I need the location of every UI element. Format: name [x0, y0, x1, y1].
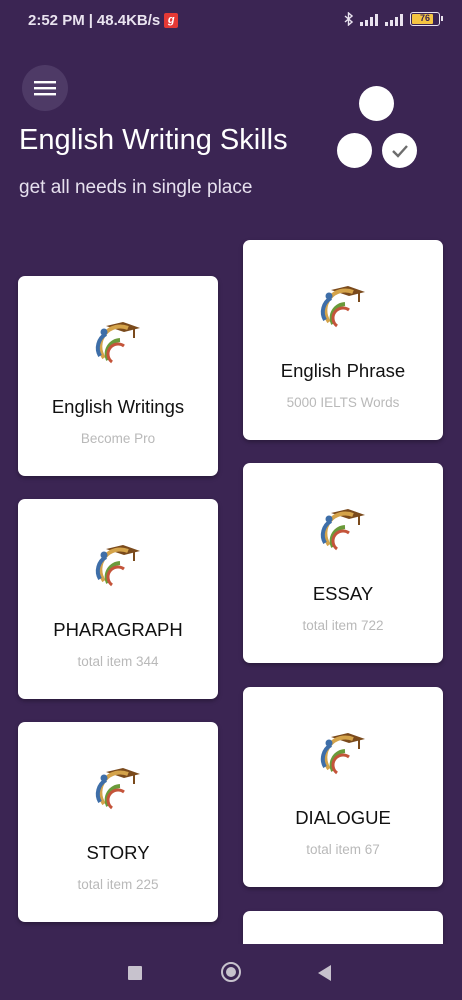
card-subtitle: total item 344: [77, 654, 159, 669]
card-story[interactable]: STORY total item 225: [18, 722, 218, 922]
card-title: DIALOGUE: [295, 807, 391, 828]
bluetooth-icon: [344, 12, 353, 26]
status-right: 76: [344, 12, 443, 26]
back-icon[interactable]: [318, 965, 331, 981]
signal-icon: [360, 13, 378, 26]
card-title: ESSAY: [312, 583, 374, 604]
card-subtitle: 5000 IELTS Words: [286, 395, 400, 410]
page-title: English Writing Skills: [19, 124, 288, 156]
card-title: English Writings: [51, 396, 185, 417]
status-left: 2:52 PM | 48.4KB/s g: [28, 12, 179, 29]
decor-circle-left: [337, 133, 372, 168]
status-bar: 2:52 PM | 48.4KB/s g 76: [0, 0, 462, 42]
card-essay[interactable]: ESSAY total item 722: [243, 463, 443, 663]
app-notification-icon: g: [164, 13, 179, 28]
card-english-writings[interactable]: English Writings Become Pro: [18, 276, 218, 476]
graduation-cap-logo: [90, 314, 146, 370]
network-speed: 48.4KB/s: [96, 12, 161, 29]
graduation-cap-logo: [315, 725, 371, 781]
card-subtitle: total item 225: [77, 877, 159, 892]
card-title: PHARAGRAPH: [53, 619, 183, 640]
card-title: STORY: [86, 842, 150, 863]
battery-icon: 76: [410, 12, 443, 26]
recent-apps-icon[interactable]: [128, 966, 142, 980]
card-subtitle: total item 722: [302, 618, 384, 633]
check-icon: [391, 144, 408, 158]
home-icon[interactable]: [221, 962, 241, 982]
menu-button[interactable]: [22, 65, 68, 111]
status-time: 2:52 PM: [28, 12, 85, 29]
graduation-cap-logo: [315, 278, 371, 334]
card-subtitle: Become Pro: [80, 431, 156, 446]
card-subtitle: total item 67: [306, 842, 380, 857]
card-english-phrase[interactable]: English Phrase 5000 IELTS Words: [243, 240, 443, 440]
graduation-cap-logo: [315, 501, 371, 557]
card-paragraph[interactable]: PHARAGRAPH total item 344: [18, 499, 218, 699]
decor-circle-top: [359, 86, 394, 121]
graduation-cap-logo: [90, 760, 146, 816]
card-dialogue[interactable]: DIALOGUE total item 67: [243, 687, 443, 887]
card-title: English Phrase: [280, 360, 406, 381]
battery-level: 76: [419, 13, 430, 23]
hamburger-menu-icon: [34, 81, 56, 96]
decor-circle-check: [382, 133, 417, 168]
graduation-cap-logo: [90, 537, 146, 593]
page-subtitle: get all needs in single place: [19, 177, 253, 198]
signal-2-icon: [385, 13, 403, 26]
